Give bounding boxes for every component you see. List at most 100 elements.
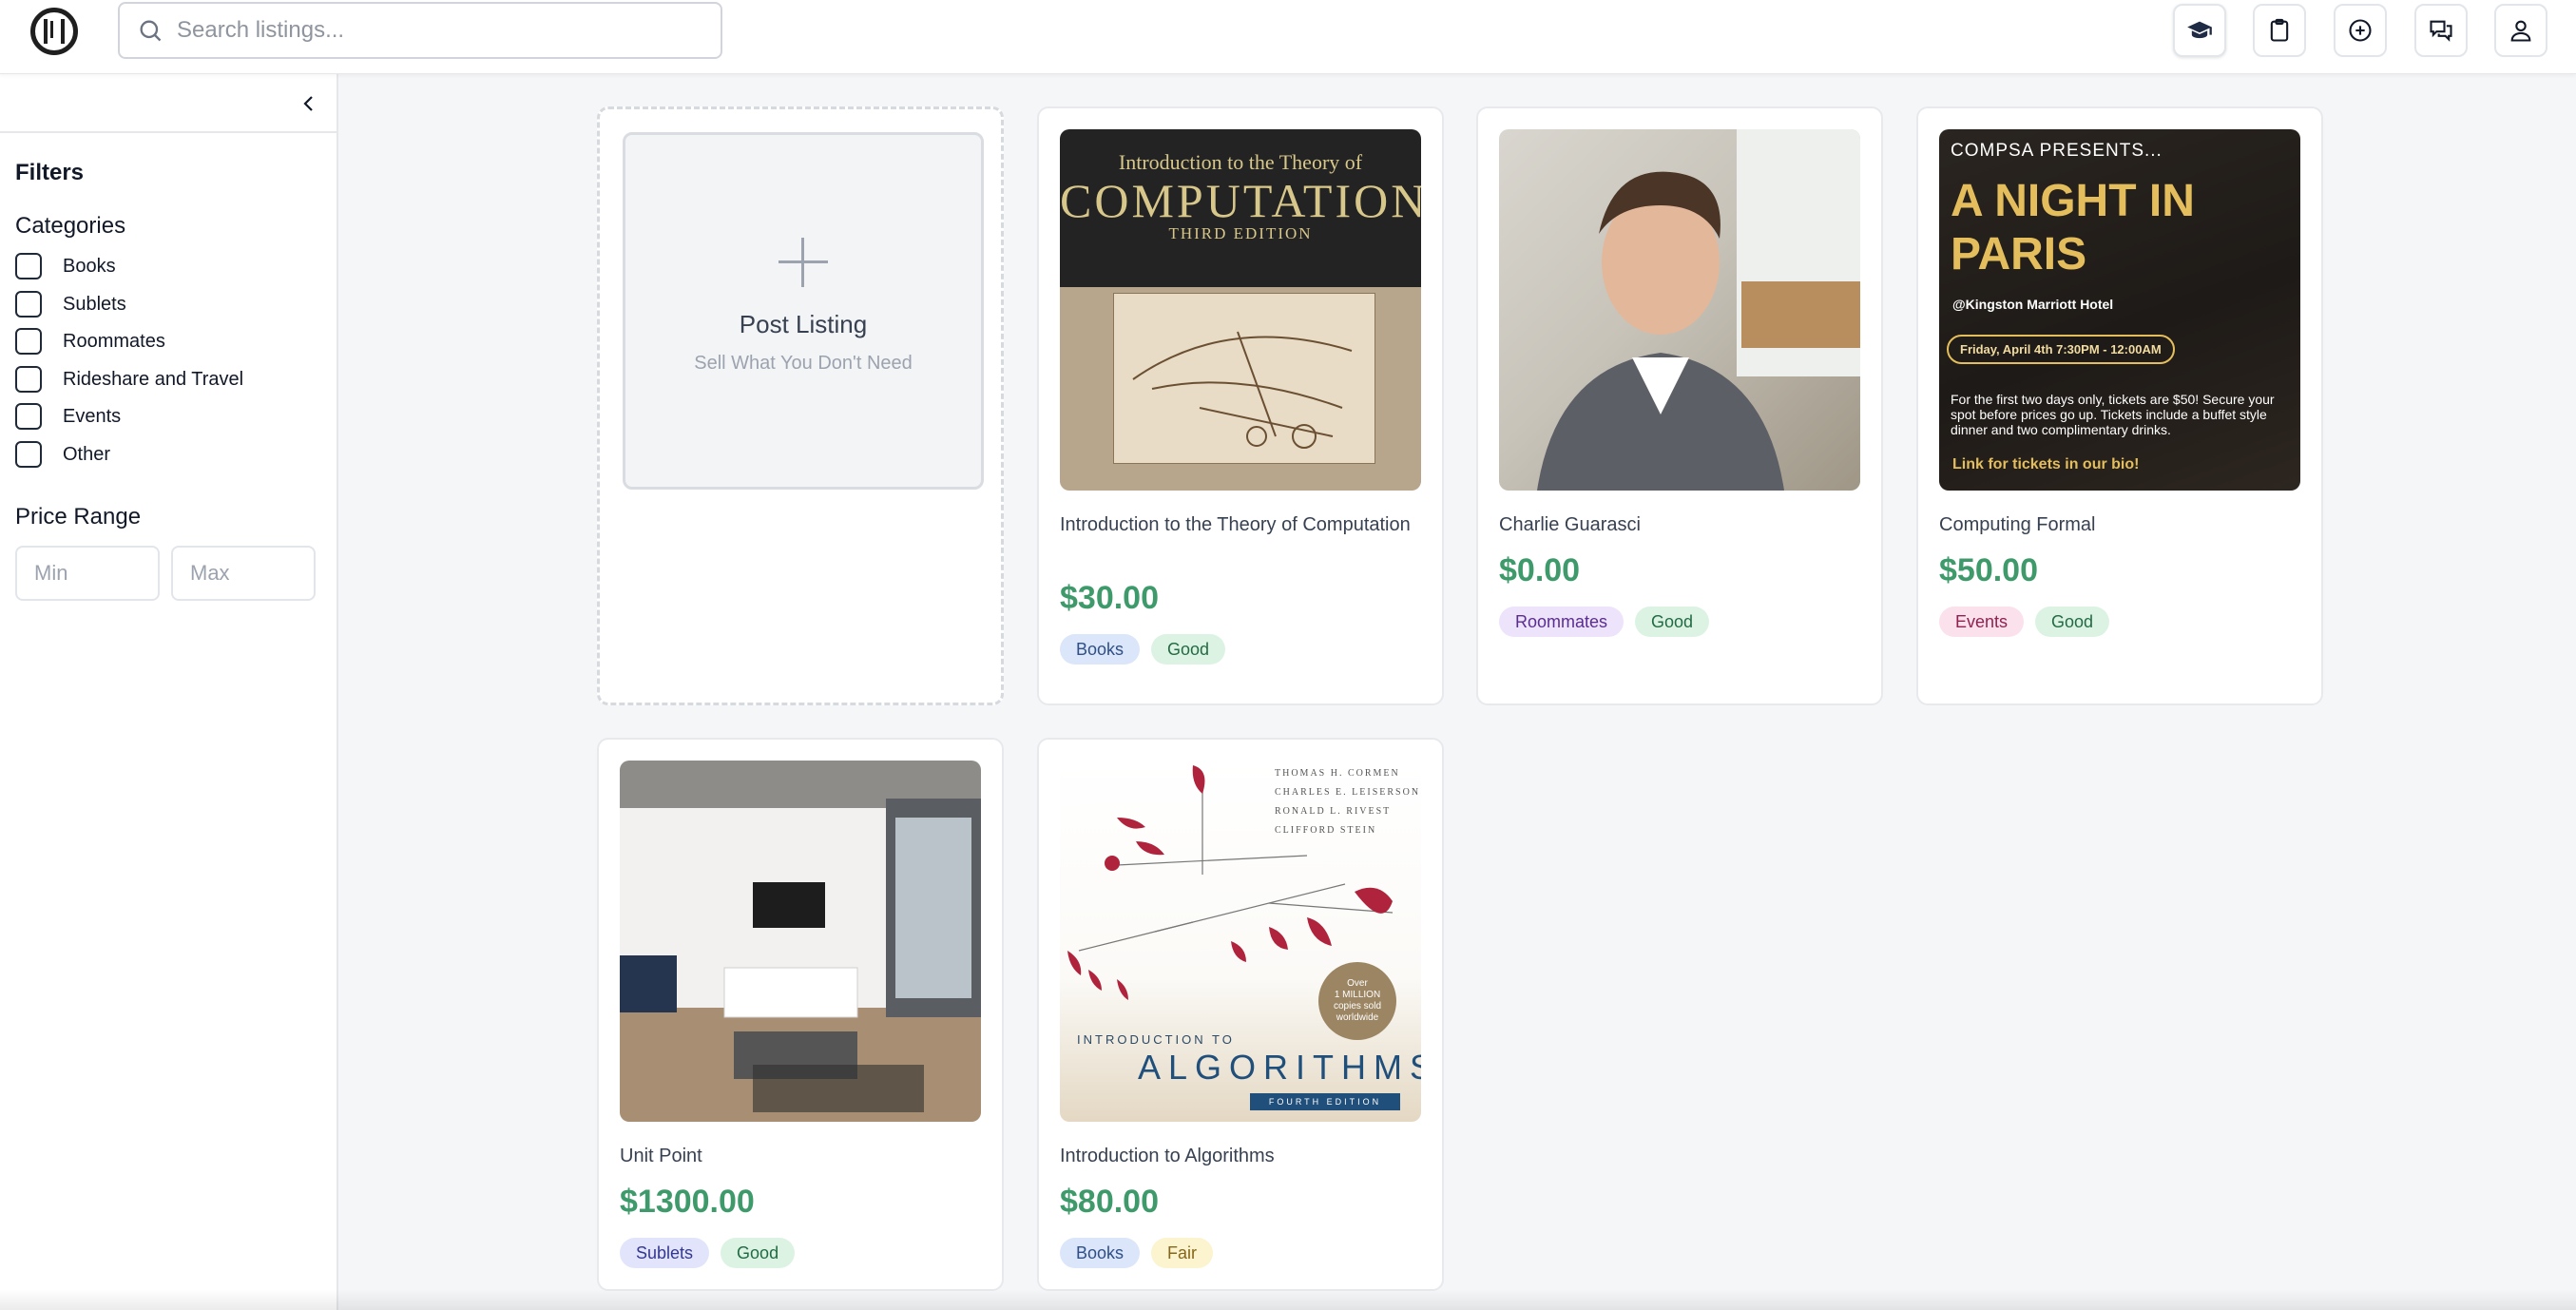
poster-presents: COMPSA PRESENTS... <box>1951 141 2163 161</box>
checkbox[interactable] <box>15 253 42 279</box>
event-poster: COMPSA PRESENTS... A NIGHT IN PARIS @Kin… <box>1939 129 2300 491</box>
search-bar[interactable] <box>118 2 722 59</box>
checkbox[interactable] <box>15 403 42 430</box>
sales-badge: Over 1 MILLION copies sold worldwide <box>1318 962 1396 1040</box>
cover-edition: FOURTH EDITION <box>1250 1093 1400 1110</box>
category-label: Books <box>63 255 116 277</box>
listing-title[interactable]: Introduction to Algorithms <box>1060 1143 1421 1170</box>
checkbox[interactable] <box>15 366 42 393</box>
price-min-input[interactable] <box>15 546 160 601</box>
condition-tag: Good <box>1151 634 1226 665</box>
listing-image[interactable]: THOMAS H. CORMEN CHARLES E. LEISERSON RO… <box>1060 761 1421 1122</box>
listing-tags: Sublets Good <box>620 1238 796 1268</box>
post-listing-subtitle: Sell What You Don't Need <box>694 353 913 374</box>
listing-card[interactable]: THOMAS H. CORMEN CHARLES E. LEISERSON RO… <box>1037 738 1444 1291</box>
search-icon <box>140 20 162 42</box>
listing-title[interactable]: Unit Point <box>620 1143 981 1170</box>
listing-card[interactable]: COMPSA PRESENTS... A NIGHT IN PARIS @Kin… <box>1916 106 2323 705</box>
checkbox[interactable] <box>15 328 42 355</box>
category-sublets[interactable]: Sublets <box>15 290 126 318</box>
category-other[interactable]: Other <box>15 440 110 469</box>
filters-title: Filters <box>15 160 85 185</box>
listing-price: $80.00 <box>1060 1184 1159 1220</box>
user-icon <box>2510 20 2531 42</box>
condition-tag: Good <box>721 1238 796 1268</box>
listing-tags: Events Good <box>1939 607 2110 637</box>
category-tag: Roommates <box>1499 607 1624 637</box>
cover-intro: INTRODUCTION TO <box>1077 1032 1235 1047</box>
category-rideshare[interactable]: Rideshare and Travel <box>15 365 243 394</box>
condition-tag: Good <box>2035 607 2110 637</box>
plus-icon <box>779 238 828 287</box>
listing-image[interactable]: COMPSA PRESENTS... A NIGHT IN PARIS @Kin… <box>1939 129 2300 491</box>
listing-tags: Books Fair <box>1060 1238 1214 1268</box>
poster-cta: Link for tickets in our bio! <box>1952 456 2140 472</box>
condition-tag: Good <box>1635 607 1710 637</box>
category-events[interactable]: Events <box>15 402 121 431</box>
apartment-photo <box>620 761 981 1122</box>
category-books[interactable]: Books <box>15 252 116 280</box>
my-listings-button[interactable] <box>2253 4 2306 57</box>
listing-title[interactable]: Charlie Guarasci <box>1499 511 1860 539</box>
listing-image[interactable] <box>1499 129 1860 491</box>
filters-sidebar: Filters Categories Books Sublets Roommat… <box>0 74 338 1310</box>
messages-button[interactable] <box>2414 4 2468 57</box>
listing-price: $0.00 <box>1499 552 1581 588</box>
condition-tag: Fair <box>1151 1238 1214 1268</box>
poster-venue: @Kingston Marriott Hotel <box>1952 297 2114 312</box>
top-header <box>0 0 2576 74</box>
courses-button[interactable] <box>2173 4 2226 57</box>
poster-details: For the first two days only, tickets are… <box>1951 392 2275 437</box>
listing-title[interactable]: Computing Formal <box>1939 511 2300 539</box>
poster-headline: A NIGHT IN PARIS <box>1951 176 2195 279</box>
category-label: Events <box>63 405 122 427</box>
price-max-input[interactable] <box>171 546 316 601</box>
listing-tags: Roommates Good <box>1499 607 1710 637</box>
post-listing-button[interactable]: Post Listing Sell What You Don't Need <box>623 132 984 490</box>
category-label: Sublets <box>63 293 126 315</box>
book-cover-top: Introduction to the Theory of COMPUTATIO… <box>1060 129 1421 287</box>
categories-title: Categories <box>15 213 126 239</box>
sketch-illustration <box>1113 293 1375 464</box>
post-listing-title: Post Listing <box>739 310 868 338</box>
listing-tags: Books Good <box>1060 634 1226 665</box>
listing-price: $50.00 <box>1939 552 2038 588</box>
price-range-title: Price Range <box>15 504 142 530</box>
compsa-logo-icon[interactable] <box>30 8 78 55</box>
create-listing-button[interactable] <box>2334 4 2387 57</box>
sidebar-collapse-row <box>0 74 336 133</box>
plus-circle-icon <box>2349 19 2372 42</box>
profile-button[interactable] <box>2494 4 2547 57</box>
category-tag: Books <box>1060 1238 1141 1268</box>
category-label: Roommates <box>63 330 165 352</box>
collapse-sidebar-button[interactable] <box>295 89 323 118</box>
graduation-cap-icon <box>2187 21 2212 39</box>
search-input[interactable] <box>177 17 709 44</box>
category-tag: Books <box>1060 634 1141 665</box>
listing-card[interactable]: Charlie Guarasci $0.00 Roommates Good <box>1476 106 1883 705</box>
category-tag: Sublets <box>620 1238 710 1268</box>
listing-title[interactable]: Introduction to the Theory of Computatio… <box>1060 511 1421 539</box>
listing-card[interactable]: Unit Point $1300.00 Sublets Good <box>597 738 1004 1291</box>
bottom-shadow <box>0 1289 2576 1310</box>
chevron-left-icon <box>303 96 313 111</box>
cover-title: ALGORITHMS <box>1138 1048 1421 1087</box>
listing-image[interactable]: Introduction to the Theory of COMPUTATIO… <box>1060 129 1421 491</box>
clipboard-icon <box>2270 18 2289 42</box>
listing-price: $30.00 <box>1060 580 1159 616</box>
post-listing-card[interactable]: Post Listing Sell What You Don't Need <box>597 106 1004 705</box>
chat-icon <box>2430 20 2452 42</box>
cover-line: Introduction to the Theory of <box>1118 150 1363 174</box>
cover-edition: THIRD EDITION <box>1168 224 1313 242</box>
book-cover: THOMAS H. CORMEN CHARLES E. LEISERSON RO… <box>1060 761 1421 1122</box>
person-photo <box>1537 129 1860 491</box>
listing-card[interactable]: Introduction to the Theory of COMPUTATIO… <box>1037 106 1444 705</box>
category-roommates[interactable]: Roommates <box>15 327 165 356</box>
poster-date: Friday, April 4th 7:30PM - 12:00AM <box>1947 335 2175 364</box>
checkbox[interactable] <box>15 291 42 318</box>
listing-price: $1300.00 <box>620 1184 755 1220</box>
category-label: Rideshare and Travel <box>63 368 244 390</box>
category-tag: Events <box>1939 607 2025 637</box>
listing-image[interactable] <box>620 761 981 1122</box>
checkbox[interactable] <box>15 441 42 468</box>
